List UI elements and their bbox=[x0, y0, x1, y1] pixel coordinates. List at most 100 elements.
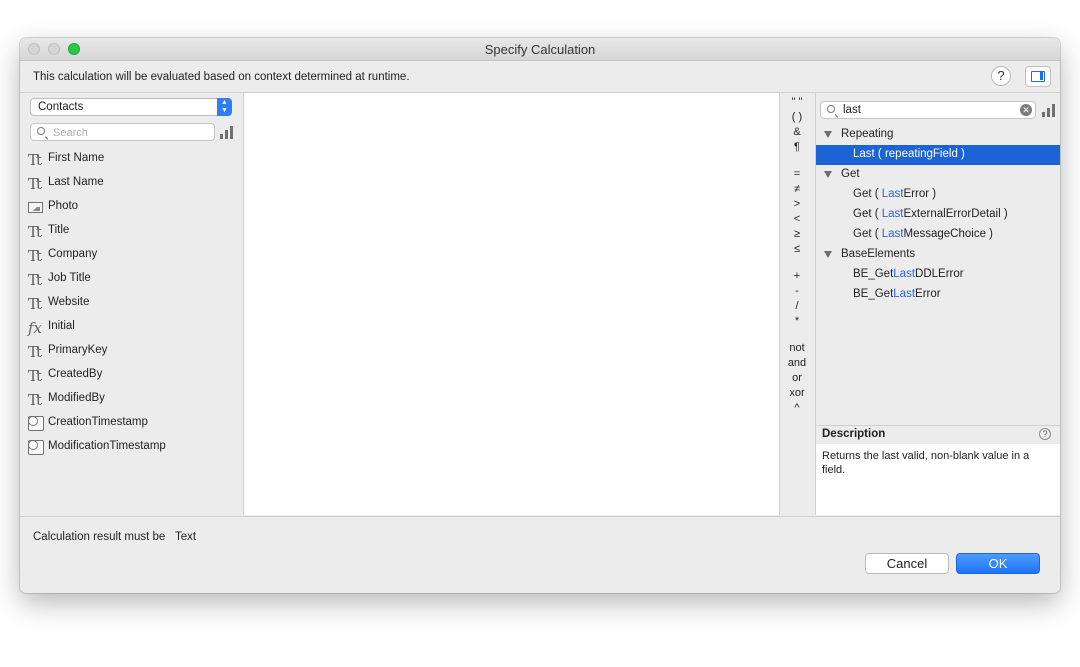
function-name: Get ( LastError ) bbox=[853, 188, 936, 200]
field-item[interactable]: Tt Last Name bbox=[20, 175, 243, 195]
function-name-match: Last ( repeatingField ) bbox=[853, 148, 965, 160]
operator-button[interactable]: and bbox=[780, 357, 814, 369]
function-name: BE_GetLastDDLError bbox=[853, 268, 964, 280]
function-item[interactable]: Last ( repeatingField ) bbox=[816, 145, 1060, 165]
operator-button[interactable]: + bbox=[780, 270, 814, 282]
container-field-icon bbox=[28, 202, 43, 213]
field-item[interactable]: Tt First Name bbox=[20, 151, 243, 171]
field-item[interactable]: Tt Title bbox=[20, 223, 243, 243]
function-name: Get ( LastMessageChoice ) bbox=[853, 228, 993, 240]
function-name-suffix: Error ) bbox=[903, 188, 937, 200]
function-category[interactable]: Get bbox=[816, 165, 1060, 185]
function-name: Get ( LastExternalErrorDetail ) bbox=[853, 208, 1008, 220]
function-category[interactable]: BaseElements bbox=[816, 245, 1060, 265]
text-field-icon: Tt bbox=[28, 223, 42, 241]
text-field-icon: Tt bbox=[28, 271, 42, 289]
operator-button[interactable]: or bbox=[780, 372, 814, 384]
clear-search-icon[interactable]: ✕ bbox=[1020, 104, 1032, 116]
operator-button[interactable]: / bbox=[780, 300, 814, 312]
field-label: ModifiedBy bbox=[48, 392, 105, 404]
text-field-icon: Tt bbox=[28, 367, 42, 385]
function-view-options-icon[interactable] bbox=[1042, 104, 1055, 117]
field-item[interactable]: Photo bbox=[20, 199, 243, 219]
function-name-match: Last bbox=[881, 208, 904, 220]
function-category-label: Repeating bbox=[841, 128, 894, 140]
field-item[interactable]: Tt CreatedBy bbox=[20, 367, 243, 387]
operator-button[interactable]: ≠ bbox=[780, 183, 814, 195]
chevron-updown-icon: ▲ ▼ bbox=[217, 98, 232, 116]
field-item[interactable]: Tt Website bbox=[20, 295, 243, 315]
function-item[interactable]: Get ( LastExternalErrorDetail ) bbox=[816, 205, 1060, 225]
result-type-select[interactable]: Text bbox=[175, 531, 196, 543]
calculation-field-icon: fx bbox=[28, 319, 43, 337]
field-search-input[interactable]: Search bbox=[30, 123, 215, 141]
function-name-prefix: Get ( bbox=[853, 188, 882, 200]
sidebar-icon bbox=[1031, 71, 1045, 82]
text-field-icon: Tt bbox=[28, 343, 42, 361]
function-item[interactable]: Get ( LastMessageChoice ) bbox=[816, 225, 1060, 245]
timestamp-field-icon bbox=[28, 440, 44, 455]
function-item[interactable]: BE_GetLastError bbox=[816, 285, 1060, 305]
field-item[interactable]: fx Initial bbox=[20, 319, 243, 339]
function-name: BE_GetLastError bbox=[853, 288, 941, 300]
field-item[interactable]: Tt PrimaryKey bbox=[20, 343, 243, 363]
search-icon bbox=[827, 105, 835, 113]
toggle-sidebar-button[interactable] bbox=[1025, 66, 1051, 87]
operator-button[interactable]: " " bbox=[780, 96, 814, 108]
field-label: Photo bbox=[48, 200, 79, 212]
field-label: PrimaryKey bbox=[48, 344, 108, 356]
operator-button[interactable]: ( ) bbox=[780, 111, 814, 123]
operator-button[interactable]: ^ bbox=[780, 402, 814, 414]
operator-button[interactable]: not bbox=[780, 342, 814, 354]
function-category[interactable]: Repeating bbox=[816, 125, 1060, 145]
operator-button[interactable]: & bbox=[780, 126, 814, 138]
function-item[interactable]: Get ( LastError ) bbox=[816, 185, 1060, 205]
function-name-match: Last bbox=[893, 288, 916, 300]
field-label: Initial bbox=[48, 320, 75, 332]
disclosure-triangle-icon[interactable] bbox=[824, 171, 832, 178]
function-search-input[interactable]: last ✕ bbox=[820, 101, 1036, 119]
field-search-placeholder: Search bbox=[53, 127, 88, 139]
field-item[interactable]: Tt Job Title bbox=[20, 271, 243, 291]
operator-button[interactable]: < bbox=[780, 213, 814, 225]
field-item[interactable]: CreationTimestamp bbox=[20, 415, 243, 435]
text-field-icon: Tt bbox=[28, 151, 42, 169]
operator-button[interactable]: - bbox=[780, 285, 814, 297]
operator-button[interactable]: ≤ bbox=[780, 243, 814, 255]
field-label: Last Name bbox=[48, 176, 104, 188]
field-label: Company bbox=[48, 248, 98, 260]
text-field-icon: Tt bbox=[28, 295, 42, 313]
operator-button[interactable]: = bbox=[780, 168, 814, 180]
operator-button[interactable]: ¶ bbox=[780, 141, 814, 153]
ok-button[interactable]: OK bbox=[956, 553, 1040, 574]
function-name-match: Last bbox=[881, 228, 904, 240]
disclosure-triangle-icon[interactable] bbox=[824, 251, 832, 258]
field-item[interactable]: Tt ModifiedBy bbox=[20, 391, 243, 411]
sort-options-icon[interactable] bbox=[220, 126, 233, 139]
field-label: Title bbox=[48, 224, 70, 236]
result-type-label: Calculation result must be bbox=[33, 531, 166, 543]
table-context-select[interactable]: Contacts ▲ ▼ bbox=[30, 98, 232, 116]
function-item[interactable]: BE_GetLastDDLError bbox=[816, 265, 1060, 285]
cancel-button[interactable]: Cancel bbox=[865, 553, 949, 574]
question-icon[interactable]: ? bbox=[1039, 428, 1051, 440]
description-title: Description bbox=[822, 428, 886, 440]
timestamp-field-icon bbox=[28, 416, 44, 431]
disclosure-triangle-icon[interactable] bbox=[824, 131, 832, 138]
calculation-editor[interactable] bbox=[244, 93, 780, 515]
field-label: Website bbox=[48, 296, 90, 308]
context-info-bar: This calculation will be evaluated based… bbox=[20, 61, 1060, 93]
field-item[interactable]: ModificationTimestamp bbox=[20, 439, 243, 459]
operator-button[interactable]: * bbox=[780, 315, 814, 327]
field-item[interactable]: Tt Company bbox=[20, 247, 243, 267]
function-name-prefix: Get ( bbox=[853, 228, 882, 240]
operator-button[interactable]: xor bbox=[780, 387, 814, 399]
operator-palette: " " ( ) & ¶ = ≠ > < ≥ ≤ + - / * not and or xor ^ bbox=[780, 93, 814, 515]
operator-button[interactable]: ≥ bbox=[780, 228, 814, 240]
context-info-text: This calculation will be evaluated based… bbox=[33, 71, 410, 83]
help-button[interactable]: ? bbox=[991, 66, 1011, 86]
field-label: CreatedBy bbox=[48, 368, 103, 380]
operator-button[interactable]: > bbox=[780, 198, 814, 210]
function-name-suffix: ExternalErrorDetail ) bbox=[903, 208, 1008, 220]
function-name: Last ( repeatingField ) bbox=[853, 148, 965, 160]
